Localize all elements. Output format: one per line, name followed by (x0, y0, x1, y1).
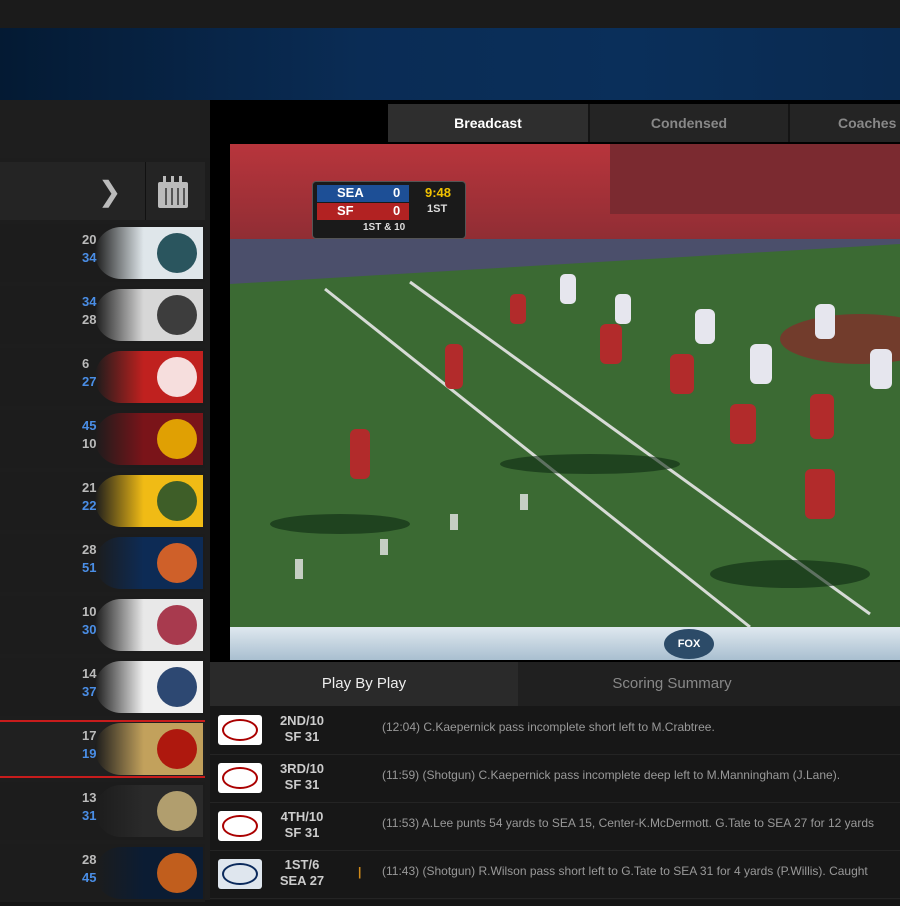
game-score-top: 28 (82, 852, 97, 867)
game-score-bottom: 28 (82, 312, 97, 327)
broncos-logo-icon (95, 537, 203, 589)
chevron-right-icon[interactable]: ❯ (98, 175, 121, 208)
tab-broadcast[interactable]: Breadcast (388, 104, 588, 142)
49ers-logo-icon (218, 763, 262, 793)
play-down: 4TH/10 SF 31 (272, 809, 332, 841)
game-score-top: 20 (82, 232, 97, 247)
tab-coaches[interactable]: Coaches (790, 104, 900, 142)
ball-spot: SF 31 (284, 777, 320, 792)
game-row[interactable]: 10 30 (0, 596, 205, 654)
play-row[interactable]: 2ND/10 SF 31 (12:04) C.Kaepernick pass inc… (210, 708, 900, 755)
game-score-bottom: 30 (82, 622, 97, 637)
game-score-top: 14 (82, 666, 97, 681)
ball-spot: SF 31 (284, 825, 320, 840)
play-description: (11:59) (Shotgun) C.Kaepernick pass inco… (382, 768, 841, 782)
49ers-logo-icon (218, 715, 262, 745)
video-strip (230, 627, 900, 660)
play-down: 3RD/10 SF 31 (272, 761, 332, 793)
header-banner (0, 28, 900, 100)
sidebar-header (0, 100, 210, 158)
tab-condensed[interactable]: Condensed (590, 104, 788, 142)
down-distance: 3RD/10 (279, 761, 325, 776)
top-bar (0, 0, 900, 28)
down-distance: 2ND/10 (279, 713, 325, 728)
game-row[interactable]: 28 45 (0, 844, 205, 902)
game-score-bottom: 34 (82, 250, 97, 265)
divider (145, 162, 146, 220)
game-score-top: 10 (82, 604, 97, 619)
game-score-bottom: 37 (82, 684, 97, 699)
chargers-logo-icon (95, 661, 203, 713)
game-score-top: 34 (82, 294, 97, 309)
video-tabs: Breadcast Condensed Coaches (388, 104, 900, 142)
game-score-bottom: 19 (82, 746, 97, 761)
packers-logo-icon (95, 475, 203, 527)
game-score-top: 6 (82, 356, 90, 371)
play-row[interactable]: 4TH/10 SF 31 (11:53) A.Lee punts 54 yards … (210, 804, 900, 851)
game-row[interactable]: 17 19 (0, 720, 205, 778)
play-description: (11:43) (Shotgun) R.Wilson pass short le… (382, 864, 868, 878)
game-score-top: 17 (82, 728, 97, 743)
away-score: 0 (393, 185, 401, 200)
ball-spot: SF 31 (284, 729, 320, 744)
cardinals-logo-icon (95, 599, 203, 651)
play-down: 2ND/10 SF 31 (272, 713, 332, 745)
game-score-bottom: 10 (82, 436, 97, 451)
49ers-logo-icon (95, 723, 203, 775)
quarter: 1ST (427, 203, 448, 215)
seahawks-logo-icon (218, 859, 262, 889)
49ers-logo-icon (218, 811, 262, 841)
buccaneers-logo-icon (95, 351, 203, 403)
game-score-bottom: 31 (82, 808, 97, 823)
play-description: (11:53) A.Lee punts 54 yards to SEA 15, … (382, 816, 875, 830)
calendar-icon[interactable] (158, 176, 188, 208)
game-row[interactable]: 34 28 (0, 286, 205, 344)
game-score-top: 13 (82, 790, 97, 805)
game-score-top: 45 (82, 418, 97, 433)
game-row[interactable]: 14 37 (0, 658, 205, 716)
game-score-bottom: 45 (82, 870, 97, 885)
game-row[interactable]: 6 27 (0, 348, 205, 406)
tab-play-by-play[interactable]: Play By Play (210, 662, 518, 706)
game-score-bottom: 27 (82, 374, 97, 389)
redskins-logo-icon (95, 413, 203, 465)
tab-scoring-summary[interactable]: Scoring Summary (518, 662, 826, 706)
game-score-top: 21 (82, 480, 97, 495)
games-list: 20 34 34 28 6 27 45 10 21 22 28 51 10 30 14 37 17 19 13 31 2… (0, 224, 205, 906)
down-distance: 1ST/6 (284, 857, 320, 872)
game-score-bottom: 51 (82, 560, 97, 575)
game-score-bottom: 22 (82, 498, 97, 513)
down-distance: 1ST & 10 (363, 222, 406, 233)
home-team: SF (337, 203, 354, 218)
play-down: 1ST/6 SEA 27 (272, 857, 332, 889)
game-row[interactable]: 45 10 (0, 410, 205, 468)
ball-spot: SEA 27 (279, 873, 325, 888)
saints-logo-icon (95, 785, 203, 837)
game-row[interactable]: 28 51 (0, 534, 205, 592)
play-marker: | (358, 865, 362, 879)
game-score-top: 28 (82, 542, 97, 557)
eagles-logo-icon (95, 227, 203, 279)
home-score: 0 (393, 203, 401, 218)
network-logo: FOX (664, 629, 714, 659)
steelers-logo-icon (95, 289, 203, 341)
bears-logo-icon (95, 847, 203, 899)
game-row[interactable]: 20 34 (0, 224, 205, 282)
play-row[interactable]: 3RD/10 SF 31 (11:59) (Shotgun) C.Kaepernic… (210, 756, 900, 803)
game-row[interactable]: 21 22 (0, 472, 205, 530)
scorebug: SEA 0 SF 0 9:48 1ST 1ST & 10 (312, 181, 466, 239)
video-player[interactable]: SEA 0 SF 0 9:48 1ST 1ST & 10 (230, 144, 900, 627)
away-team: SEA (337, 185, 364, 200)
play-description: (12:04) C.Kaepernick pass incomplete sho… (382, 720, 715, 734)
game-clock: 9:48 (425, 185, 452, 200)
down-distance: 4TH/10 (280, 809, 324, 824)
play-row[interactable]: 1ST/6 SEA 27 (11:43) (Shotgun) R.Wilson pa… (210, 852, 900, 899)
game-row[interactable]: 13 31 (0, 782, 205, 840)
